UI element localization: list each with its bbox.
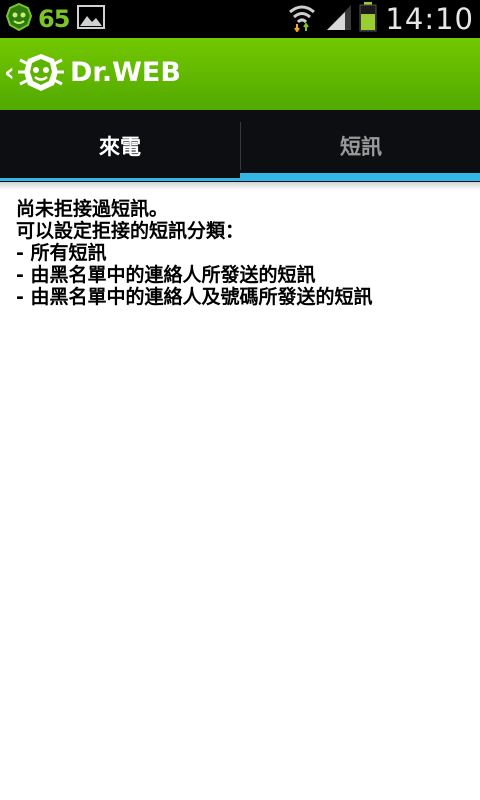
block-categories-heading: 可以設定拒接的短訊分類： xyxy=(16,220,245,242)
tab-shadow xyxy=(0,182,480,190)
app-bar: ‹ Dr.WEB xyxy=(0,38,480,110)
list-item: - 由黑名單中的連絡人及號碼所發送的短訊 xyxy=(16,286,373,308)
battery-icon xyxy=(359,2,377,36)
app-logo-text: Dr.WEB xyxy=(70,57,181,88)
list-item: - 所有短訊 xyxy=(16,242,107,264)
tab-calls-label: 來電 xyxy=(99,135,141,159)
image-icon xyxy=(77,5,106,33)
sms-block-info: 尚未拒接過短訊。 可以設定拒接的短訊分類： - 所有短訊 - 由黑名單中的連絡人… xyxy=(16,198,466,308)
tab-sms-label: 短訊 xyxy=(340,135,382,159)
tab-calls[interactable]: 來電 xyxy=(0,110,240,182)
status-bar: 65 14:10 xyxy=(0,0,480,38)
chevron-left-icon[interactable]: ‹ xyxy=(4,58,15,88)
tab-sms[interactable]: 短訊 xyxy=(241,110,480,182)
signal-icon xyxy=(325,3,353,35)
list-item: - 由黑名單中的連絡人所發送的短訊 xyxy=(16,264,316,286)
drweb-status-icon xyxy=(4,2,34,36)
clock: 14:10 xyxy=(385,2,474,36)
wifi-icon xyxy=(287,2,317,36)
battery-level-text: 65 xyxy=(38,5,70,33)
no-blocked-sms-text: 尚未拒接過短訊。 xyxy=(16,198,169,220)
tab-bar: 來電 短訊 xyxy=(0,110,480,182)
tab-underline xyxy=(0,178,240,181)
tab-selected-indicator xyxy=(240,173,480,181)
drweb-logo-icon xyxy=(16,50,66,98)
